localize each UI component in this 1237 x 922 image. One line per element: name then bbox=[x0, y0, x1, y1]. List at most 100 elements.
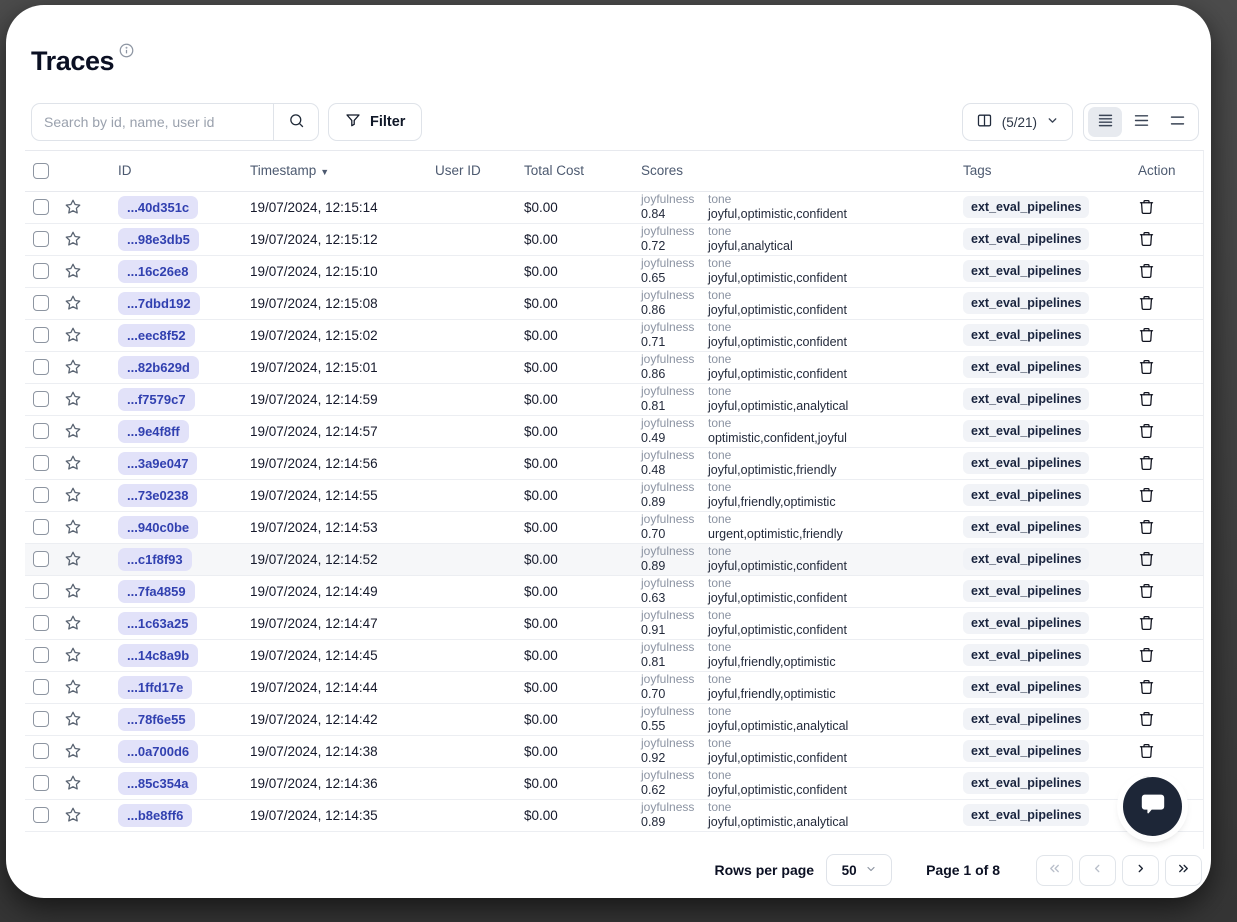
table-row[interactable]: ...14c8a9b19/07/2024, 12:14:45$0.00joyfu… bbox=[25, 639, 1204, 671]
table-row[interactable]: ...73e023819/07/2024, 12:14:55$0.00joyfu… bbox=[25, 479, 1204, 511]
tag-badge[interactable]: ext_eval_pipelines bbox=[963, 388, 1089, 410]
trace-id-badge[interactable]: ...3a9e047 bbox=[118, 452, 197, 475]
tag-badge[interactable]: ext_eval_pipelines bbox=[963, 420, 1089, 442]
next-page-button[interactable] bbox=[1122, 855, 1159, 886]
table-row[interactable]: ...85c354a19/07/2024, 12:14:36$0.00joyfu… bbox=[25, 767, 1204, 799]
column-header-user-id[interactable]: User ID bbox=[425, 151, 512, 191]
tag-badge[interactable]: ext_eval_pipelines bbox=[963, 196, 1089, 218]
bookmark-star-icon[interactable] bbox=[64, 326, 82, 344]
first-page-button[interactable] bbox=[1036, 855, 1073, 886]
tag-badge[interactable]: ext_eval_pipelines bbox=[963, 580, 1089, 602]
row-checkbox[interactable] bbox=[33, 359, 49, 375]
row-checkbox[interactable] bbox=[33, 743, 49, 759]
table-row[interactable]: ...7fa485919/07/2024, 12:14:49$0.00joyfu… bbox=[25, 575, 1204, 607]
delete-trace-button[interactable] bbox=[1138, 198, 1155, 216]
delete-trace-button[interactable] bbox=[1138, 262, 1155, 280]
table-row[interactable]: ...1c63a2519/07/2024, 12:14:47$0.00joyfu… bbox=[25, 607, 1204, 639]
column-header-total-cost[interactable]: Total Cost bbox=[512, 151, 635, 191]
table-row[interactable]: ...16c26e819/07/2024, 12:15:10$0.00joyfu… bbox=[25, 255, 1204, 287]
bookmark-star-icon[interactable] bbox=[64, 486, 82, 504]
table-row[interactable]: ...9e4f8ff19/07/2024, 12:14:57$0.00joyfu… bbox=[25, 415, 1204, 447]
bookmark-star-icon[interactable] bbox=[64, 678, 82, 696]
table-row[interactable]: ...82b629d19/07/2024, 12:15:01$0.00joyfu… bbox=[25, 351, 1204, 383]
tag-badge[interactable]: ext_eval_pipelines bbox=[963, 644, 1089, 666]
tag-badge[interactable]: ext_eval_pipelines bbox=[963, 484, 1089, 506]
row-checkbox[interactable] bbox=[33, 807, 49, 823]
tag-badge[interactable]: ext_eval_pipelines bbox=[963, 676, 1089, 698]
delete-trace-button[interactable] bbox=[1138, 230, 1155, 248]
column-header-id[interactable]: ID bbox=[93, 151, 240, 191]
trace-id-badge[interactable]: ...eec8f52 bbox=[118, 324, 195, 347]
bookmark-star-icon[interactable] bbox=[64, 198, 82, 216]
row-checkbox[interactable] bbox=[33, 583, 49, 599]
trace-id-badge[interactable]: ...1c63a25 bbox=[118, 612, 197, 635]
column-header-tags[interactable]: Tags bbox=[950, 151, 1125, 191]
row-checkbox[interactable] bbox=[33, 199, 49, 215]
filter-button[interactable]: Filter bbox=[328, 103, 422, 141]
info-icon[interactable] bbox=[119, 43, 134, 63]
tag-badge[interactable]: ext_eval_pipelines bbox=[963, 292, 1089, 314]
tag-badge[interactable]: ext_eval_pipelines bbox=[963, 516, 1089, 538]
delete-trace-button[interactable] bbox=[1138, 646, 1155, 664]
bookmark-star-icon[interactable] bbox=[64, 454, 82, 472]
row-checkbox[interactable] bbox=[33, 551, 49, 567]
delete-trace-button[interactable] bbox=[1138, 550, 1155, 568]
trace-id-badge[interactable]: ...98e3db5 bbox=[118, 228, 199, 251]
select-all-checkbox[interactable] bbox=[33, 163, 49, 179]
trace-id-badge[interactable]: ...b8e8ff6 bbox=[118, 804, 192, 827]
delete-trace-button[interactable] bbox=[1138, 742, 1155, 760]
row-checkbox[interactable] bbox=[33, 647, 49, 663]
table-row[interactable]: ...0a700d619/07/2024, 12:14:38$0.00joyfu… bbox=[25, 735, 1204, 767]
table-row[interactable]: ...940c0be19/07/2024, 12:14:53$0.00joyfu… bbox=[25, 511, 1204, 543]
trace-id-badge[interactable]: ...f7579c7 bbox=[118, 388, 195, 411]
trace-id-badge[interactable]: ...16c26e8 bbox=[118, 260, 197, 283]
delete-trace-button[interactable] bbox=[1138, 358, 1155, 376]
delete-trace-button[interactable] bbox=[1138, 422, 1155, 440]
bookmark-star-icon[interactable] bbox=[64, 262, 82, 280]
bookmark-star-icon[interactable] bbox=[64, 294, 82, 312]
row-checkbox[interactable] bbox=[33, 455, 49, 471]
bookmark-star-icon[interactable] bbox=[64, 582, 82, 600]
table-row[interactable]: ...78f6e5519/07/2024, 12:14:42$0.00joyfu… bbox=[25, 703, 1204, 735]
bookmark-star-icon[interactable] bbox=[64, 358, 82, 376]
row-checkbox[interactable] bbox=[33, 423, 49, 439]
table-row[interactable]: ...40d351c19/07/2024, 12:15:14$0.00joyfu… bbox=[25, 191, 1204, 223]
row-height-relaxed-button[interactable] bbox=[1160, 107, 1194, 137]
trace-id-badge[interactable]: ...40d351c bbox=[118, 196, 198, 219]
table-row[interactable]: ...3a9e04719/07/2024, 12:14:56$0.00joyfu… bbox=[25, 447, 1204, 479]
row-checkbox[interactable] bbox=[33, 327, 49, 343]
delete-trace-button[interactable] bbox=[1138, 294, 1155, 312]
bookmark-star-icon[interactable] bbox=[64, 390, 82, 408]
trace-id-badge[interactable]: ...82b629d bbox=[118, 356, 199, 379]
delete-trace-button[interactable] bbox=[1138, 454, 1155, 472]
trace-id-badge[interactable]: ...c1f8f93 bbox=[118, 548, 192, 571]
trace-id-badge[interactable]: ...78f6e55 bbox=[118, 708, 195, 731]
previous-page-button[interactable] bbox=[1079, 855, 1116, 886]
tag-badge[interactable]: ext_eval_pipelines bbox=[963, 708, 1089, 730]
row-checkbox[interactable] bbox=[33, 775, 49, 791]
row-checkbox[interactable] bbox=[33, 679, 49, 695]
rows-per-page-select[interactable]: 50 bbox=[826, 854, 892, 886]
bookmark-star-icon[interactable] bbox=[64, 646, 82, 664]
last-page-button[interactable] bbox=[1165, 855, 1202, 886]
tag-badge[interactable]: ext_eval_pipelines bbox=[963, 772, 1089, 794]
tag-badge[interactable]: ext_eval_pipelines bbox=[963, 228, 1089, 250]
search-input[interactable] bbox=[32, 104, 273, 140]
column-header-scores[interactable]: Scores bbox=[635, 151, 950, 191]
row-checkbox[interactable] bbox=[33, 231, 49, 247]
trace-id-badge[interactable]: ...73e0238 bbox=[118, 484, 197, 507]
table-row[interactable]: ...7dbd19219/07/2024, 12:15:08$0.00joyfu… bbox=[25, 287, 1204, 319]
tag-badge[interactable]: ext_eval_pipelines bbox=[963, 740, 1089, 762]
bookmark-star-icon[interactable] bbox=[64, 614, 82, 632]
row-checkbox[interactable] bbox=[33, 487, 49, 503]
tag-badge[interactable]: ext_eval_pipelines bbox=[963, 548, 1089, 570]
table-row[interactable]: ...eec8f5219/07/2024, 12:15:02$0.00joyfu… bbox=[25, 319, 1204, 351]
table-row[interactable]: ...1ffd17e19/07/2024, 12:14:44$0.00joyfu… bbox=[25, 671, 1204, 703]
trace-id-badge[interactable]: ...9e4f8ff bbox=[118, 420, 189, 443]
table-row[interactable]: ...b8e8ff619/07/2024, 12:14:35$0.00joyfu… bbox=[25, 799, 1204, 831]
bookmark-star-icon[interactable] bbox=[64, 806, 82, 824]
bookmark-star-icon[interactable] bbox=[64, 774, 82, 792]
delete-trace-button[interactable] bbox=[1138, 582, 1155, 600]
tag-badge[interactable]: ext_eval_pipelines bbox=[963, 612, 1089, 634]
row-height-compact-button[interactable] bbox=[1088, 107, 1122, 137]
